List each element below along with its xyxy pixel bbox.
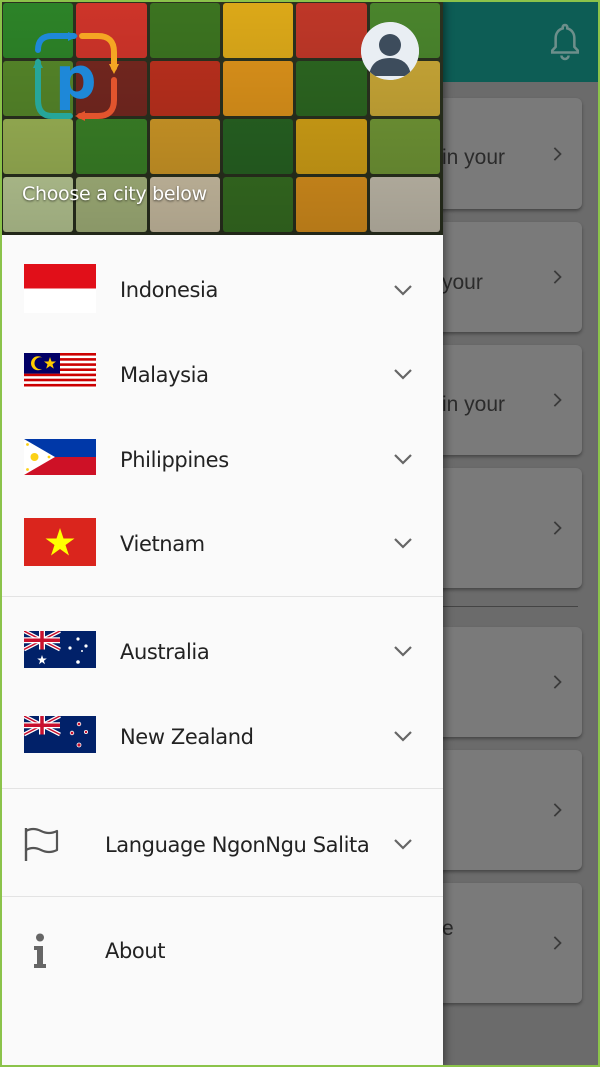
chevron-right-icon	[553, 270, 562, 284]
background-divider	[440, 606, 578, 607]
card-text: in your	[442, 146, 506, 169]
menu-item-malaysia[interactable]: Malaysia	[0, 331, 443, 415]
background-card[interactable]	[430, 750, 582, 870]
background-card[interactable]: your	[430, 222, 582, 332]
chevron-right-icon	[553, 146, 562, 161]
svg-text:p: p	[55, 44, 97, 112]
user-avatar-icon[interactable]	[361, 22, 419, 80]
background-card[interactable]	[430, 627, 582, 737]
menu-item-label: Vietnam	[120, 532, 205, 556]
indonesia-flag-icon	[24, 264, 96, 313]
new-zealand-flag-icon	[24, 716, 96, 753]
menu-item-vietnam[interactable]: Vietnam	[0, 500, 443, 584]
menu-item-new-zealand[interactable]: New Zealand	[0, 693, 443, 777]
chevron-down-icon[interactable]	[392, 452, 414, 466]
background-card[interactable]	[430, 468, 582, 588]
menu-item-label: Philippines	[120, 448, 229, 472]
menu-item-about[interactable]: About	[0, 909, 443, 993]
navigation-drawer: p Choose a city below Indonesia Malaysia…	[0, 0, 443, 1067]
chevron-down-icon[interactable]	[392, 536, 414, 550]
menu-item-label: Australia	[120, 640, 210, 664]
menu-item-label: Language NgonNgu Salita	[105, 833, 370, 857]
chevron-right-icon	[553, 675, 562, 689]
chevron-down-icon[interactable]	[392, 283, 414, 297]
chevron-right-icon	[553, 936, 562, 950]
background-card[interactable]: in your	[430, 345, 582, 455]
menu-item-indonesia[interactable]: Indonesia	[0, 247, 443, 331]
section-divider	[0, 788, 443, 789]
malaysia-flag-icon	[24, 353, 96, 389]
p-logo-icon: p	[33, 32, 119, 121]
flag-outline-icon	[24, 827, 59, 861]
menu-item-label: New Zealand	[120, 725, 254, 749]
menu-item-label: About	[105, 939, 166, 963]
chevron-right-icon	[553, 803, 562, 817]
background-card[interactable]: e	[430, 883, 582, 1003]
menu-item-language[interactable]: Language NgonNgu Salita	[0, 801, 443, 885]
section-divider	[0, 896, 443, 897]
card-text: your	[442, 271, 483, 294]
drawer-header: p Choose a city below	[0, 0, 443, 235]
vietnam-flag-icon	[24, 518, 96, 566]
section-divider	[0, 596, 443, 597]
header-caption: Choose a city below	[22, 183, 207, 205]
chevron-down-icon[interactable]	[392, 729, 414, 743]
info-icon	[34, 933, 46, 968]
chevron-down-icon[interactable]	[392, 367, 414, 381]
menu-item-australia[interactable]: Australia	[0, 609, 443, 693]
bell-icon[interactable]	[548, 22, 582, 62]
menu-item-label: Malaysia	[120, 363, 209, 387]
card-text: e	[442, 917, 454, 940]
chevron-right-icon	[553, 521, 562, 535]
chevron-right-icon	[553, 393, 562, 407]
chevron-down-icon[interactable]	[392, 837, 414, 851]
background-card[interactable]: in your	[430, 98, 582, 209]
menu-item-label: Indonesia	[120, 278, 218, 302]
australia-flag-icon	[24, 631, 96, 668]
card-text: in your	[442, 393, 506, 416]
philippines-flag-icon	[24, 439, 96, 475]
menu-item-philippines[interactable]: Philippines	[0, 416, 443, 500]
chevron-down-icon[interactable]	[392, 644, 414, 658]
